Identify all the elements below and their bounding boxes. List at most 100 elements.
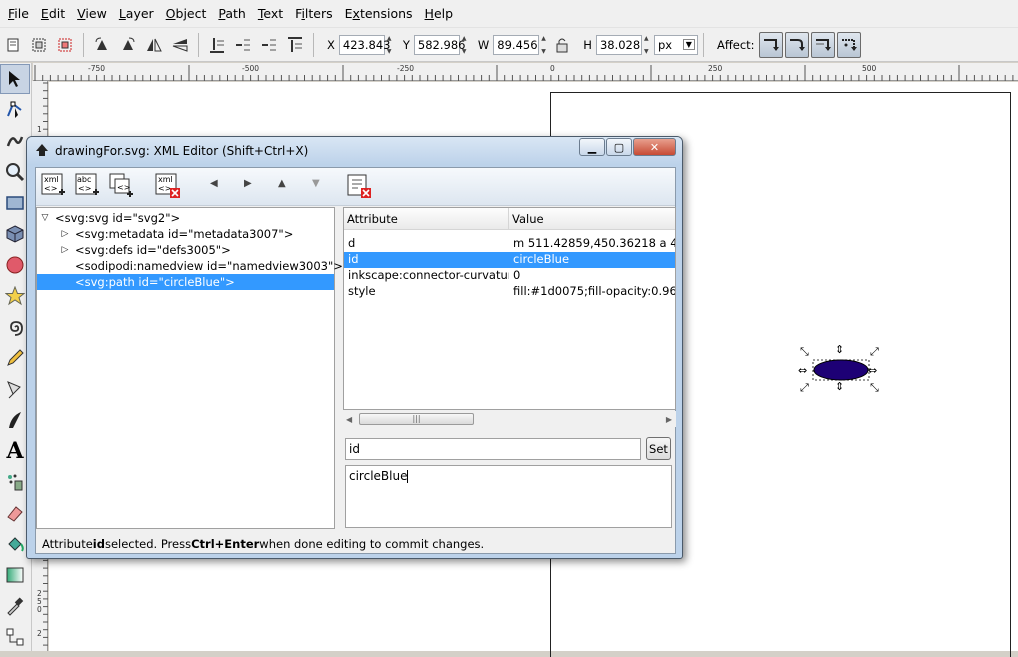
dialog-titlebar[interactable]: drawingFor.svg: XML Editor (Shift+Ctrl+X… [27,137,682,165]
new-text-node-button[interactable]: abc <> [75,173,101,199]
ellipse-circleBlue[interactable] [813,359,869,381]
resize-handle-nw-icon[interactable]: ⤡ [800,346,809,357]
rotate-cw-icon[interactable] [116,33,140,57]
flip-vertical-icon[interactable] [168,33,192,57]
menu-object[interactable]: Object [160,6,213,21]
invert-selection-icon[interactable] [53,33,77,57]
lower-icon[interactable] [231,33,255,57]
scroll-right-icon[interactable]: ▶ [666,415,672,424]
y-field[interactable]: 582.986 [413,34,465,55]
svg-text:<>: <> [78,184,91,193]
raise-icon[interactable] [257,33,281,57]
affect-stroke-width-icon[interactable] [758,31,783,58]
connector-tool-icon[interactable] [0,622,30,652]
attribute-row[interactable]: d m 511.42859,450.36218 a 42.857 [344,236,675,252]
menu-edit[interactable]: Edit [35,6,71,21]
gradient-tool-icon[interactable] [0,560,30,590]
affect-rounded-corners-icon[interactable] [784,31,809,58]
raise-node-icon[interactable]: ▲ [278,178,286,189]
h-field[interactable]: 38.028 [595,34,642,55]
menu-text[interactable]: Text [252,6,289,21]
svg-text:abc: abc [77,175,91,184]
attribute-value-textarea[interactable]: circleBlue [345,465,672,528]
unit-select[interactable]: px ▼ [653,34,698,55]
h-spin-arrows[interactable]: ▲ ▼ [642,35,652,55]
node-tool-icon[interactable] [0,95,30,125]
attribute-row[interactable]: style fill:#1d0075;fill-opacity:0.96808 [344,284,675,300]
delete-node-button[interactable]: xml <> [155,173,181,199]
ruler-label: 250 [708,64,723,73]
x-spin-arrows[interactable]: ▲ ▼ [385,35,395,55]
menu-view[interactable]: View [71,6,113,21]
attribute-name-input[interactable]: id [345,438,641,460]
tree-node[interactable]: <sodipodi:namedview id="namedview3003"> [59,258,343,274]
w-field[interactable]: 89.456 [493,34,540,55]
lock-icon[interactable] [550,33,574,57]
svg-text:<>: <> [44,184,57,193]
tree-node[interactable]: ▽ <svg:svg id="svg2"> [39,210,181,226]
select-all-layers-icon[interactable] [27,33,51,57]
separator [313,32,314,57]
menu-layer[interactable]: Layer [113,6,160,21]
set-attribute-button[interactable]: Set [646,437,671,460]
delete-attribute-button[interactable] [346,173,372,199]
resize-handle-e-icon[interactable]: ⇔ [868,365,877,376]
new-text-node-icon: abc<> [75,173,99,195]
xml-node-tree[interactable]: ▽ <svg:svg id="svg2"> ▷ <svg:metadata id… [36,207,343,529]
x-field[interactable]: 423.843 [338,34,390,55]
twisty-expanded-icon[interactable]: ▽ [39,213,51,223]
tree-node[interactable]: ▷ <svg:metadata id="metadata3007"> [59,226,294,242]
resize-handle-sw-icon[interactable]: ⤢ [800,382,809,393]
menu-file[interactable]: File [2,6,35,21]
attributes-table[interactable]: Attribute Value d m 511.42859,450.36218 … [343,207,676,410]
lower-node-icon[interactable]: ▼ [312,178,320,189]
x-spinbox[interactable]: 423.843 ▲ ▼ [338,34,395,55]
minimize-button[interactable]: ▁ [579,138,605,156]
new-element-node-button[interactable]: xml <> [41,173,67,199]
svg-text:<>: <> [117,183,130,192]
tree-node[interactable]: ▷ <svg:defs id="defs3005"> [59,242,231,258]
menu-help[interactable]: Help [419,6,460,21]
rotate-ccw-icon[interactable] [90,33,114,57]
duplicate-node-button[interactable]: <> [109,173,135,199]
affect-patterns-icon[interactable] [836,31,861,58]
flip-horizontal-icon[interactable] [142,33,166,57]
attributes-hscrollbar[interactable]: ◀ ||| ▶ [343,411,676,427]
column-header-value[interactable]: Value [509,208,675,229]
resize-handle-se-icon[interactable]: ⤡ [870,382,879,393]
attribute-row-selected[interactable]: id circleBlue [344,252,675,268]
resize-handle-n-icon[interactable]: ⇕ [835,344,844,355]
resize-handle-ne-icon[interactable]: ⤢ [870,346,879,357]
close-button[interactable]: ✕ [633,138,676,156]
h-spinbox[interactable]: 38.028 ▲ ▼ [595,34,652,55]
menu-path[interactable]: Path [212,6,251,21]
separator [198,32,199,57]
ruler-label: 500 [862,64,877,73]
y-spin-arrows[interactable]: ▲ ▼ [460,35,470,55]
w-spin-arrows[interactable]: ▲ ▼ [539,35,549,55]
unindent-node-icon[interactable]: ◀ [210,178,218,189]
resize-handle-w-icon[interactable]: ⇔ [798,365,807,376]
dropper-tool-icon[interactable] [0,591,30,621]
resize-handle-s-icon[interactable]: ⇕ [835,381,844,392]
twisty-collapsed-icon[interactable]: ▷ [59,245,71,255]
selector-tool-icon[interactable] [0,64,30,94]
menu-filters[interactable]: Filters [289,6,338,21]
raise-to-top-icon[interactable] [283,33,307,57]
scroll-thumb[interactable]: ||| [359,413,474,425]
y-spinbox[interactable]: 582.986 ▲ ▼ [413,34,470,55]
lower-to-bottom-icon[interactable] [205,33,229,57]
menu-extensions[interactable]: Extensions [339,6,419,21]
select-all-icon[interactable] [1,33,25,57]
affect-gradients-icon[interactable] [810,31,835,58]
tree-node-selected[interactable]: <svg:path id="circleBlue"> [37,274,334,290]
maximize-button[interactable]: ▢ [606,138,632,156]
twisty-collapsed-icon[interactable]: ▷ [59,229,71,239]
dialog-status: Attribute id selected. Press Ctrl+Enter … [42,537,485,551]
indent-node-icon[interactable]: ▶ [244,178,252,189]
x-label: X [327,37,335,52]
scroll-left-icon[interactable]: ◀ [346,415,352,424]
column-header-attribute[interactable]: Attribute [344,208,509,229]
attribute-row[interactable]: inkscape:connector-curvature 0 [344,268,675,284]
w-spinbox[interactable]: 89.456 ▲ ▼ [493,34,549,55]
